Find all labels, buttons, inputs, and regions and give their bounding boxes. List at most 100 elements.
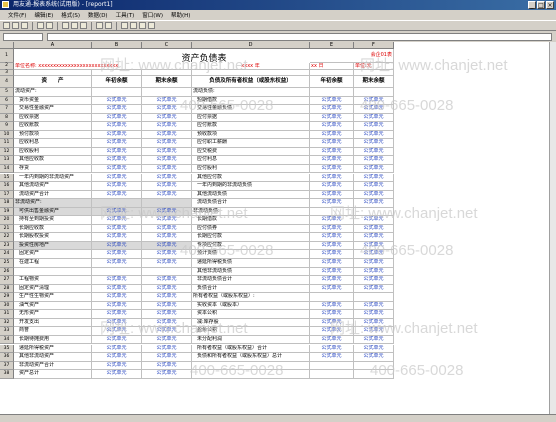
formula-cell[interactable]: 公式单元 — [92, 164, 142, 174]
formula-cell[interactable]: 公式单元 — [142, 139, 192, 148]
formula-cell[interactable]: 公式单元 — [92, 301, 142, 311]
asset-item-cell[interactable]: 长期应收款 — [14, 224, 92, 234]
formula-cell[interactable]: 公式单元 — [310, 156, 354, 165]
cell[interactable] — [142, 88, 192, 97]
column-title-cell[interactable]: 负债及所有者权益（或股东权益） — [192, 76, 310, 88]
asset-item-cell[interactable]: 工程物资 — [14, 276, 92, 285]
row-header[interactable]: 32 — [0, 318, 14, 328]
formula-cell[interactable]: 公式单元 — [310, 344, 354, 354]
column-title-cell[interactable]: 期末余额 — [142, 76, 192, 88]
formula-cell[interactable]: 公式单元 — [92, 361, 142, 371]
row-header[interactable]: 18 — [0, 199, 14, 208]
asset-item-cell[interactable]: 递延所得税资产 — [14, 344, 92, 354]
row-header[interactable]: 9 — [0, 122, 14, 131]
liability-item-cell[interactable]: 应付职工薪酬 — [192, 139, 310, 148]
formula-cell[interactable]: 公式单元 — [142, 190, 192, 200]
cell[interactable] — [310, 361, 354, 371]
cell[interactable] — [354, 293, 394, 302]
formula-input[interactable] — [47, 32, 552, 41]
save-icon[interactable] — [21, 22, 28, 29]
liability-item-cell[interactable]: 应交税费 — [192, 147, 310, 157]
row-header[interactable]: 24 — [0, 250, 14, 259]
formula-cell[interactable]: 公式单元 — [142, 156, 192, 165]
menu-item-2[interactable]: 格式(S) — [57, 11, 84, 19]
asset-item-cell[interactable]: 流动资产: — [14, 88, 92, 97]
cell[interactable] — [142, 267, 192, 277]
menu-item-4[interactable]: 工具(T) — [112, 11, 139, 19]
row-header[interactable]: 2 — [0, 63, 14, 70]
column-header[interactable]: E — [310, 42, 354, 49]
row-header[interactable]: 20 — [0, 216, 14, 225]
asset-item-cell[interactable]: 商誉 — [14, 327, 92, 336]
formula-cell[interactable]: 公式单元 — [310, 96, 354, 106]
formula-cell[interactable]: 公式单元 — [142, 173, 192, 183]
row-header[interactable]: 23 — [0, 241, 14, 251]
formula-cell[interactable]: 公式单元 — [92, 182, 142, 191]
column-title-cell[interactable]: 年初余额 — [310, 76, 354, 88]
formula-cell[interactable]: 公式单元 — [310, 224, 354, 234]
formula-cell[interactable]: 公式单元 — [142, 233, 192, 242]
minimize-button[interactable]: _ — [528, 1, 536, 9]
cell[interactable] — [92, 267, 142, 277]
formula-cell[interactable]: 公式单元 — [92, 224, 142, 234]
asset-item-cell[interactable]: 长期股权投资 — [14, 233, 92, 242]
row-header[interactable]: 28 — [0, 284, 14, 294]
row-header[interactable]: 34 — [0, 335, 14, 345]
formula-cell[interactable]: 公式单元 — [142, 353, 192, 362]
liability-item-cell[interactable]: 应付票据 — [192, 113, 310, 123]
formula-cell[interactable]: 公式单元 — [92, 105, 142, 114]
formula-cell[interactable]: 公式单元 — [92, 241, 142, 251]
asset-item-cell[interactable]: 非流动资产合计 — [14, 361, 92, 371]
formula-cell[interactable]: 公式单元 — [354, 173, 394, 183]
formula-cell[interactable]: 公式单元 — [310, 139, 354, 148]
formula-cell[interactable]: 公式单元 — [354, 190, 394, 200]
formula-cell[interactable]: 公式单元 — [142, 147, 192, 157]
date-day-cell[interactable]: xx 日 — [310, 63, 354, 70]
column-title-cell[interactable]: 期末余额 — [354, 76, 394, 88]
asset-item-cell[interactable]: 无形资产 — [14, 310, 92, 319]
row-header[interactable]: 25 — [0, 259, 14, 268]
print-icon[interactable] — [37, 22, 44, 29]
liability-item-cell[interactable]: 长期应付款 — [192, 233, 310, 242]
liability-item-cell[interactable]: 应付债券 — [192, 224, 310, 234]
liability-item-cell[interactable]: 非流动负债合计 — [192, 276, 310, 285]
close-button[interactable]: × — [546, 1, 554, 9]
formula-cell[interactable]: 公式单元 — [142, 182, 192, 191]
formula-cell[interactable]: 公式单元 — [354, 233, 394, 242]
formula-cell[interactable]: 公式单元 — [142, 122, 192, 131]
formula-cell[interactable]: 公式单元 — [92, 250, 142, 259]
formula-cell[interactable]: 公式单元 — [310, 105, 354, 114]
liability-item-cell[interactable]: 其他应付款 — [192, 173, 310, 183]
help-icon[interactable] — [148, 22, 155, 29]
asset-item-cell[interactable]: 非流动资产: — [14, 199, 92, 208]
asset-item-cell[interactable]: 持有至到期投资 — [14, 216, 92, 225]
asset-item-cell[interactable]: 其他非流动资产 — [14, 353, 92, 362]
formula-cell[interactable]: 公式单元 — [310, 113, 354, 123]
formula-cell[interactable]: 公式单元 — [142, 301, 192, 311]
asset-item-cell[interactable]: 长期待摊费用 — [14, 335, 92, 345]
column-header[interactable]: F — [354, 42, 394, 49]
select-all-corner[interactable] — [0, 42, 14, 49]
asset-item-cell[interactable]: 生产性生物资产 — [14, 293, 92, 302]
formula-cell[interactable]: 公式单元 — [310, 276, 354, 285]
asset-item-cell[interactable]: 应收股利 — [14, 147, 92, 157]
row-header[interactable]: 14 — [0, 164, 14, 174]
liability-item-cell[interactable]: 应付利息 — [192, 156, 310, 165]
formula-cell[interactable]: 公式单元 — [92, 156, 142, 165]
row-header[interactable]: 26 — [0, 267, 14, 277]
formula-cell[interactable]: 公式单元 — [354, 224, 394, 234]
formula-cell[interactable]: 公式单元 — [92, 113, 142, 123]
cell[interactable] — [310, 293, 354, 302]
liability-item-cell[interactable]: 所有者权益（或股东权益）: — [192, 293, 310, 302]
formula-cell[interactable]: 公式单元 — [92, 353, 142, 362]
row-header[interactable]: 31 — [0, 310, 14, 319]
menu-item-3[interactable]: 数据(D) — [84, 11, 112, 19]
row-header[interactable]: 15 — [0, 173, 14, 183]
row-header[interactable]: 6 — [0, 96, 14, 106]
row-header[interactable]: 36 — [0, 353, 14, 362]
liability-item-cell[interactable]: 负债合计 — [192, 284, 310, 294]
menu-item-0[interactable]: 文件(F) — [4, 11, 30, 19]
cut-icon[interactable] — [62, 22, 69, 29]
liability-item-cell[interactable]: 应付股利 — [192, 164, 310, 174]
row-header[interactable]: 7 — [0, 105, 14, 114]
